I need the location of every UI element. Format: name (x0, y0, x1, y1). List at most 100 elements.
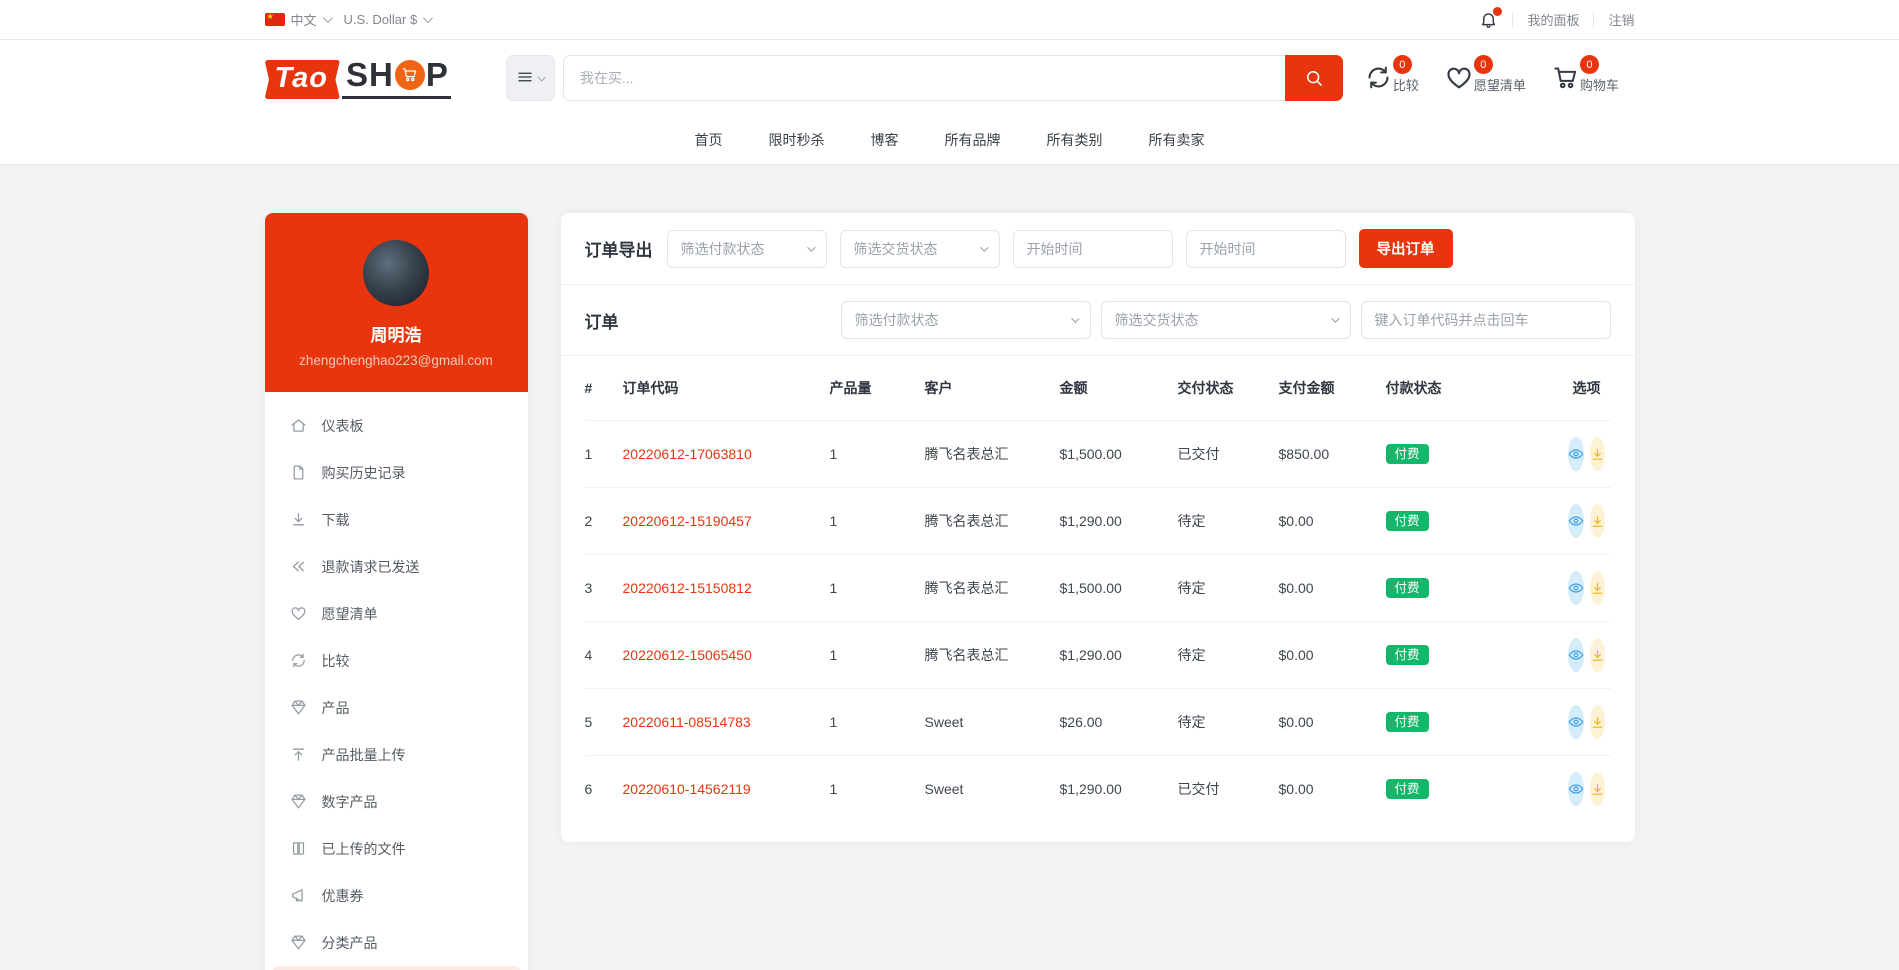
currency-selector[interactable]: U.S. Dollar $ (344, 12, 431, 27)
order-amount: $1,290.00 (1060, 781, 1178, 797)
export-orders-button[interactable]: 导出订单 (1359, 229, 1453, 268)
language-selector[interactable]: 中文 (265, 10, 330, 29)
export-delivery-status-select[interactable]: 筛选交货状态 (840, 230, 1000, 268)
download-invoice-button[interactable] (1590, 772, 1605, 806)
sidebar-item-label: 下载 (322, 510, 350, 530)
search-input[interactable] (563, 55, 1285, 101)
column-header: 金额 (1060, 378, 1178, 398)
sidebar-item-3[interactable]: 退款请求已发送 (265, 543, 528, 590)
sidebar-item-12[interactable]: 订单 (272, 966, 521, 970)
download-invoice-button[interactable] (1590, 705, 1605, 739)
customer-name: Sweet (925, 781, 1060, 797)
export-end-time-input[interactable] (1186, 230, 1346, 268)
cart-button[interactable]: 0 购物车 (1552, 61, 1619, 94)
nav-item-3[interactable]: 所有品牌 (945, 130, 1001, 150)
sidebar-item-0[interactable]: 仪表板 (265, 402, 528, 449)
view-order-button[interactable] (1568, 571, 1584, 605)
search-button[interactable] (1285, 55, 1343, 101)
sidebar-item-10[interactable]: 优惠券 (265, 872, 528, 919)
delivery-status: 已交付 (1178, 779, 1279, 799)
table-row: 220220612-151904571腾飞名表总汇$1,290.00待定$0.0… (585, 487, 1611, 554)
shop-logo[interactable]: Tao SH P (265, 56, 451, 99)
view-order-button[interactable] (1568, 772, 1584, 806)
chevron-down-icon (807, 243, 815, 251)
sidebar-item-8[interactable]: 数字产品 (265, 778, 528, 825)
sidebar-item-4[interactable]: 愿望清单 (265, 590, 528, 637)
currency-label: U.S. Dollar $ (344, 12, 418, 27)
sidebar-item-5[interactable]: 比较 (265, 637, 528, 684)
sidebar: 周明浩 zhengchenghao223@gmail.com 仪表板购买历史记录… (265, 213, 528, 970)
order-code-link[interactable]: 20220610-14562119 (623, 781, 830, 797)
product-quantity: 1 (830, 714, 925, 730)
paid-amount: $850.00 (1279, 446, 1386, 462)
view-order-button[interactable] (1568, 638, 1584, 672)
row-number: 2 (585, 513, 623, 529)
sidebar-item-label: 分类产品 (322, 933, 378, 953)
payment-status-badge: 付费 (1386, 645, 1429, 666)
sidebar-item-7[interactable]: 产品批量上传 (265, 731, 528, 778)
export-payment-status-select[interactable]: 筛选付款状态 (667, 230, 827, 268)
view-order-button[interactable] (1568, 705, 1584, 739)
sidebar-item-2[interactable]: 下载 (265, 496, 528, 543)
delivery-status: 待定 (1178, 712, 1279, 732)
orders-panel: 订单导出 筛选付款状态 筛选交货状态 导出订单 订单 筛选付款状态 (561, 213, 1635, 842)
column-header: 订单代码 (623, 378, 830, 398)
paid-amount: $0.00 (1279, 580, 1386, 596)
orders-table: #订单代码产品量客户金额交付状态支付金额付款状态选项 120220612-170… (561, 356, 1635, 842)
compare-label: 比较 (1393, 75, 1419, 94)
view-order-button[interactable] (1568, 504, 1584, 538)
compare-button[interactable]: 0 比较 (1365, 61, 1419, 94)
payment-status-cell: 付费 (1386, 578, 1569, 599)
order-amount: $1,500.00 (1060, 446, 1178, 462)
nav-item-5[interactable]: 所有卖家 (1149, 130, 1205, 150)
order-code-link[interactable]: 20220612-15150812 (623, 580, 830, 596)
customer-name: 腾飞名表总汇 (925, 578, 1060, 598)
notification-dot (1493, 7, 1502, 16)
orders-delivery-status-select[interactable]: 筛选交货状态 (1101, 301, 1351, 339)
nav-item-4[interactable]: 所有类别 (1047, 130, 1103, 150)
delivery-status: 待定 (1178, 645, 1279, 665)
megaphone-icon (290, 887, 307, 904)
language-label: 中文 (291, 10, 317, 29)
notifications-button[interactable] (1479, 10, 1498, 29)
cart-label: 购物车 (1580, 75, 1619, 94)
orders-payment-status-select[interactable]: 筛选付款状态 (841, 301, 1091, 339)
export-start-time-input[interactable] (1013, 230, 1173, 268)
nav-item-2[interactable]: 博客 (871, 130, 899, 150)
sidebar-item-label: 产品 (322, 698, 350, 718)
view-order-button[interactable] (1568, 437, 1584, 471)
order-code-link[interactable]: 20220612-15190457 (623, 513, 830, 529)
nav-item-1[interactable]: 限时秒杀 (769, 130, 825, 150)
sidebar-item-label: 产品批量上传 (322, 745, 406, 765)
chevron-down-icon (1071, 314, 1079, 322)
download-invoice-button[interactable] (1590, 638, 1605, 672)
sidebar-item-11[interactable]: 分类产品 (265, 919, 528, 966)
delivery-status: 待定 (1178, 511, 1279, 531)
wishlist-button[interactable]: 0 愿望清单 (1445, 61, 1526, 94)
categories-menu-button[interactable] (506, 55, 555, 101)
order-amount: $1,500.00 (1060, 580, 1178, 596)
sidebar-item-6[interactable]: 产品 (265, 684, 528, 731)
sidebar-item-9[interactable]: 已上传的文件 (265, 825, 528, 872)
gem-icon (290, 699, 307, 716)
order-code-link[interactable]: 20220611-08514783 (623, 714, 830, 730)
download-invoice-button[interactable] (1590, 571, 1605, 605)
download-invoice-button[interactable] (1590, 437, 1605, 471)
order-code-link[interactable]: 20220612-17063810 (623, 446, 830, 462)
download-invoice-button[interactable] (1590, 504, 1605, 538)
my-panel-link[interactable]: 我的面板 (1527, 10, 1579, 29)
sidebar-item-1[interactable]: 购买历史记录 (265, 449, 528, 496)
avatar[interactable] (363, 240, 429, 306)
nav-item-0[interactable]: 首页 (695, 130, 723, 150)
logout-link[interactable]: 注销 (1608, 10, 1634, 29)
compare-icon (1365, 64, 1392, 91)
order-code-link[interactable]: 20220612-15065450 (623, 647, 830, 663)
compare-count-badge: 0 (1393, 55, 1412, 74)
file-icon (290, 464, 307, 481)
row-options (1569, 437, 1611, 471)
home-icon (290, 417, 307, 434)
export-title: 订单导出 (585, 236, 653, 261)
gem-icon (290, 934, 307, 951)
sidebar-item-label: 仪表板 (322, 416, 364, 436)
order-code-search-input[interactable] (1361, 301, 1611, 339)
